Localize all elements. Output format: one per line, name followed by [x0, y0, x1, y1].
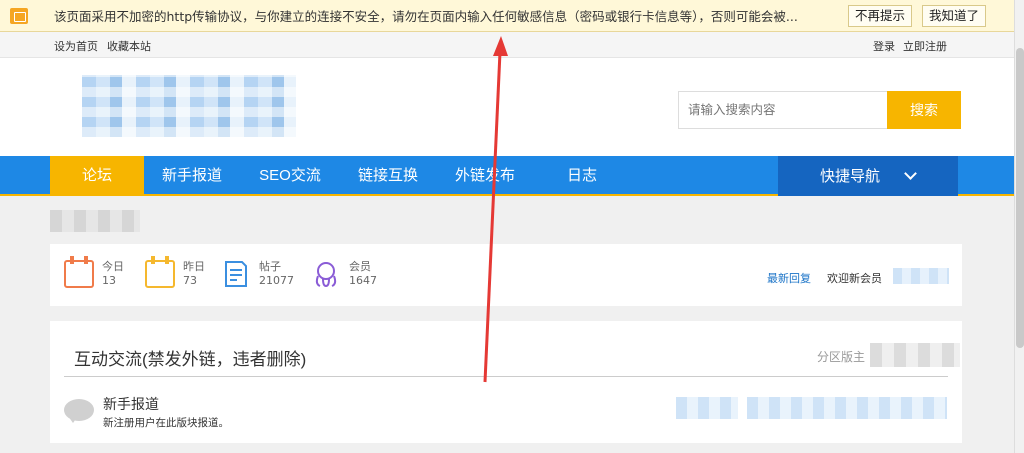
- stat-today-value: 13: [102, 274, 116, 287]
- welcome-new-member-label: 欢迎新会员: [827, 272, 882, 285]
- nav-item-newbie[interactable]: 新手报道: [144, 156, 240, 196]
- site-logo-blurred[interactable]: [82, 75, 296, 137]
- stat-posts-value: 21077: [259, 274, 294, 287]
- forum-stats-panel: 今日 13 昨日 73 帖子 21077 会员 1647 最新回复 欢迎新会员: [50, 244, 962, 306]
- board-name-link[interactable]: 新手报道: [103, 394, 159, 414]
- section-moderators-label: 分区版主: [817, 350, 866, 364]
- forum-section-panel: 互动交流(禁发外链，违者删除) 分区版主 新手报道 新注册用户在此版块报道。: [50, 321, 962, 443]
- vertical-scrollbar[interactable]: [1014, 0, 1024, 453]
- search-input[interactable]: [678, 91, 888, 129]
- scrollbar-thumb[interactable]: [1016, 48, 1024, 348]
- security-warning-bar: 该页面采用不加密的http传输协议，与你建立的连接不安全，请勿在页面内输入任何敏…: [0, 0, 1014, 32]
- security-warning-text: 该页面采用不加密的http传输协议，与你建立的连接不安全，请勿在页面内输入任何敏…: [54, 9, 798, 24]
- board-description: 新注册用户在此版块报道。: [103, 417, 229, 429]
- login-link[interactable]: 登录: [873, 38, 895, 54]
- section-title[interactable]: 互动交流(禁发外链，违者删除): [74, 345, 306, 370]
- got-it-button[interactable]: 我知道了: [922, 5, 987, 27]
- members-icon: [315, 262, 337, 288]
- quick-nav-label: 快捷导航: [820, 167, 881, 185]
- calendar-today-icon: [64, 256, 94, 288]
- set-homepage-link[interactable]: 设为首页: [54, 38, 98, 54]
- board-chat-bubble-icon: [64, 399, 94, 423]
- document-icon: [225, 261, 247, 287]
- stat-yesterday-label: 昨日: [183, 260, 205, 273]
- register-link[interactable]: 立即注册: [903, 38, 947, 54]
- quick-nav-dropdown[interactable]: 快捷导航: [778, 156, 958, 196]
- stat-today-label: 今日: [102, 260, 124, 273]
- nav-item-backlinks[interactable]: 外链发布: [436, 156, 534, 196]
- board-stats-blurred: [676, 397, 738, 419]
- new-member-name-blurred[interactable]: [893, 268, 949, 284]
- nav-item-forum[interactable]: 论坛: [50, 156, 144, 196]
- stat-members-value: 1647: [349, 274, 377, 287]
- nav-item-blog[interactable]: 日志: [534, 156, 630, 196]
- breadcrumb-blurred[interactable]: [50, 210, 140, 232]
- site-header: 搜索: [0, 58, 1014, 156]
- chevron-down-icon: [904, 167, 917, 180]
- latest-replies-link[interactable]: 最新回复: [767, 270, 811, 286]
- nav-item-seo[interactable]: SEO交流: [240, 156, 340, 196]
- main-nav: 论坛 新手报道 SEO交流 链接互换 外链发布 日志 快捷导航: [0, 156, 1014, 196]
- insecure-page-icon: [10, 7, 28, 24]
- stat-members-label: 会员: [349, 260, 371, 273]
- nav-item-link-exchange[interactable]: 链接互换: [340, 156, 436, 196]
- dont-remind-button[interactable]: 不再提示: [848, 5, 913, 27]
- board-last-post-blurred[interactable]: [747, 397, 947, 419]
- search-button[interactable]: 搜索: [887, 91, 961, 129]
- bookmark-link[interactable]: 收藏本站: [107, 38, 151, 54]
- calendar-yesterday-icon: [145, 256, 175, 288]
- section-divider: [64, 376, 948, 377]
- moderator-names-blurred[interactable]: [870, 343, 960, 367]
- stat-posts-label: 帖子: [259, 260, 281, 273]
- stat-yesterday-value: 73: [183, 274, 197, 287]
- top-link-bar: 设为首页 收藏本站 登录 立即注册: [0, 32, 1014, 58]
